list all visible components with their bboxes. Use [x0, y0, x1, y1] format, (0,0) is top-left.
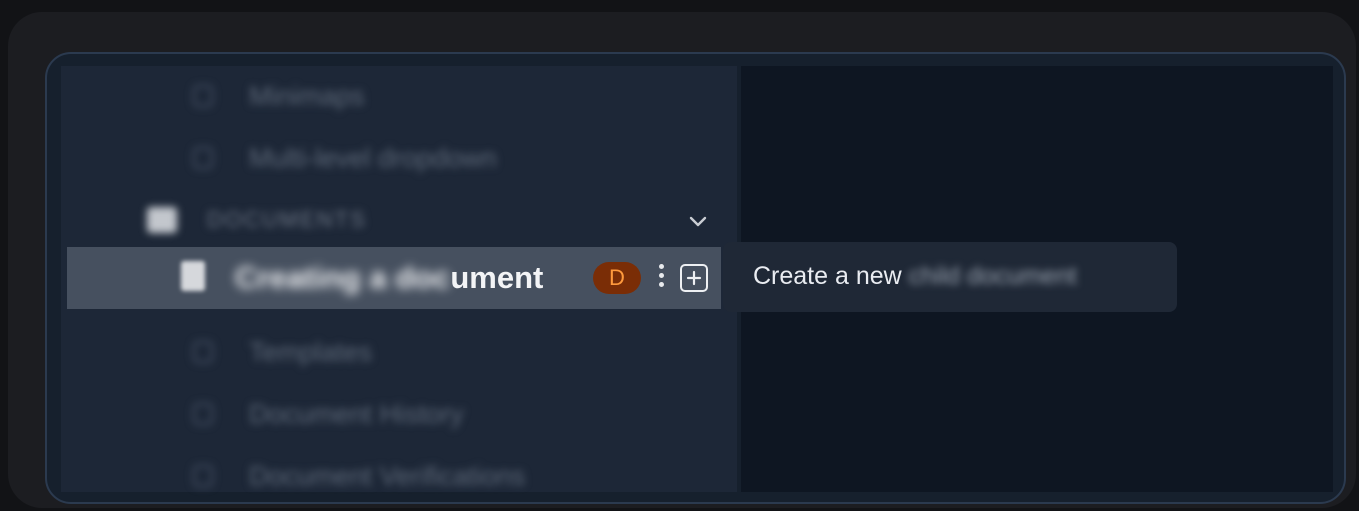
- tooltip-blurred-part: child document: [908, 262, 1077, 290]
- sidebar-item-label: Document Verifications: [249, 460, 526, 491]
- sidebar-item-templates[interactable]: Templates: [61, 322, 737, 382]
- sidebar-item-label: Templates: [249, 336, 373, 367]
- title-blurred-part: Creating a doc: [235, 260, 451, 295]
- document-icon: [181, 261, 205, 291]
- page-icon: [193, 147, 213, 169]
- chevron-down-icon[interactable]: [687, 210, 709, 232]
- sidebar-item-label: Multi-level dropdown: [249, 142, 497, 173]
- sidebar-item-document-history[interactable]: Document History: [61, 384, 737, 444]
- outer-frame: Minimaps Multi-level dropdown DOCUMENTS …: [8, 12, 1356, 508]
- section-label: DOCUMENTS: [207, 207, 367, 232]
- tooltip: Create a new child document: [723, 242, 1177, 312]
- page-icon: [193, 465, 213, 487]
- tooltip-clear-part: Create a new: [753, 262, 902, 290]
- sidebar-item-minimaps[interactable]: Minimaps: [61, 66, 737, 126]
- page-icon: [193, 341, 213, 363]
- sidebar-item-creating-a-document[interactable]: Creating a document D: [67, 247, 721, 309]
- page-icon: [193, 403, 213, 425]
- plus-square-icon: [686, 270, 702, 286]
- page-icon: [193, 85, 213, 107]
- avatar[interactable]: D: [593, 262, 641, 294]
- page-title: Creating a document: [235, 260, 543, 296]
- tooltip-text: Create a new child document: [753, 262, 1077, 291]
- sidebar-item-label: Document History: [249, 398, 464, 429]
- sidebar-item-document-verifications[interactable]: Document Verifications: [61, 446, 737, 502]
- kebab-icon[interactable]: [655, 261, 667, 295]
- add-child-document-button[interactable]: [680, 264, 708, 292]
- sidebar-item-label: Minimaps: [249, 80, 365, 111]
- section-documents[interactable]: DOCUMENTS: [61, 190, 737, 250]
- app-window: Minimaps Multi-level dropdown DOCUMENTS …: [45, 52, 1346, 504]
- folder-icon: [147, 207, 177, 233]
- sidebar-item-multi-level-dropdown[interactable]: Multi-level dropdown: [61, 128, 737, 188]
- title-clear-part: ument: [450, 260, 544, 295]
